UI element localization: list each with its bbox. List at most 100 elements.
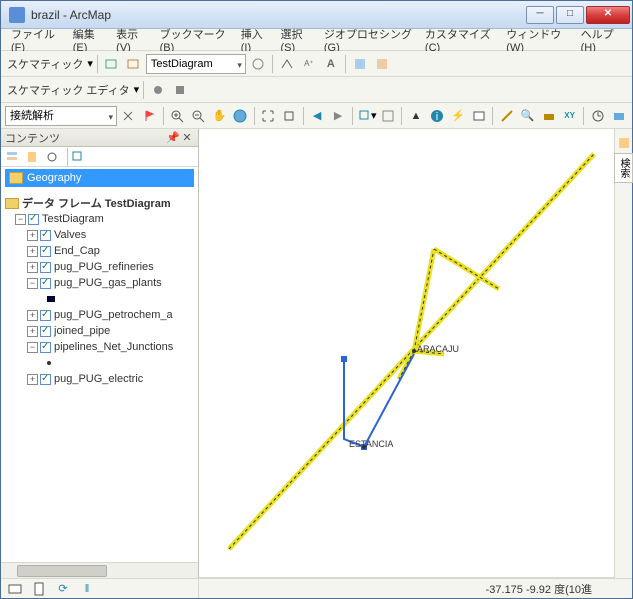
layer-row[interactable]: −pug_PUG_gas_plants [5,275,198,291]
schematic-tool-2[interactable] [124,54,144,74]
layer-row[interactable]: + Valves [5,227,198,243]
expand-icon[interactable]: + [27,374,38,385]
expand-icon[interactable]: + [27,262,38,273]
symbol-row [5,355,198,371]
collapse-icon[interactable]: − [27,342,38,353]
layer-label: pug_PUG_refineries [54,261,154,273]
layer-checkbox[interactable] [40,326,51,337]
diagram-selector[interactable]: TestDiagram [146,54,246,74]
expand-icon[interactable]: + [27,246,38,257]
goto-xy-tool[interactable]: XY [560,106,579,126]
fullextent-tool[interactable] [259,106,278,126]
identify-tool[interactable]: i [427,106,446,126]
layer-row[interactable]: +joined_pipe [5,323,198,339]
toc-close-icon[interactable]: ✕ [180,131,194,144]
schematic-tool-7[interactable] [350,54,370,74]
maximize-button[interactable]: □ [556,6,584,24]
fixed-zoom-tool[interactable] [280,106,299,126]
analysis-selector[interactable]: 接続解析 [5,106,117,126]
map-view[interactable]: ARACAJU ESTANCIA [199,129,614,578]
schematic-tool-5[interactable]: A⁺ [299,54,319,74]
toc-title: コンテンツ [5,130,60,146]
pause-icon[interactable]: ‖ [77,579,97,599]
select-tool-dd[interactable]: ▾ [357,106,377,126]
measure-tool[interactable] [497,106,516,126]
layer-checkbox[interactable] [28,214,39,225]
search-tab[interactable]: 検索 [614,153,633,183]
editor-tool-2[interactable] [170,80,190,100]
layer-row[interactable]: +pug_PUG_electric [5,371,198,387]
layer-checkbox[interactable] [40,374,51,385]
layer-checkbox[interactable] [40,342,51,353]
refresh-icon[interactable]: ⟳ [53,579,73,599]
toolbar-editor: スケマティック エディタ▾ [1,77,632,103]
layer-row[interactable]: −pipelines_Net_Junctions [5,339,198,355]
symbol-swatch [47,296,55,302]
pin-icon[interactable]: 📌 [166,131,180,144]
layer-checkbox[interactable] [40,230,51,241]
layer-row[interactable]: + pug_PUG_refineries [5,259,198,275]
pointer-tool[interactable]: ▲ [406,106,425,126]
find-tool[interactable]: 🔍 [518,106,537,126]
clear-selection-tool[interactable] [379,106,398,126]
layer-label: Valves [54,229,86,241]
close-button[interactable]: ✕ [586,6,630,24]
prev-extent-tool[interactable]: ◀ [308,106,327,126]
folder-icon [9,172,23,184]
layer-checkbox[interactable] [40,278,51,289]
editor-tool-1[interactable] [148,80,168,100]
root-layer-label: TestDiagram [42,213,104,225]
toc-tab-visibility[interactable] [45,149,61,165]
folder-icon [5,198,19,209]
toolbar-editor-label: スケマティック エディタ [5,82,132,98]
toc-tab-drawing-order[interactable] [5,149,21,165]
time-slider-tool[interactable] [588,106,607,126]
html-popup-tool[interactable] [469,106,488,126]
dataframe-row[interactable]: データ フレーム TestDiagram [5,195,198,211]
next-extent-tool[interactable]: ▶ [329,106,348,126]
layer-checkbox[interactable] [40,310,51,321]
symbol-row [5,291,198,307]
toc-tab-selection[interactable] [70,149,86,165]
schematic-tool-4[interactable] [277,54,297,74]
globe-tool[interactable] [231,106,250,126]
viewer-tool[interactable] [609,106,628,126]
view-layout-icon[interactable] [29,579,49,599]
view-data-icon[interactable] [5,579,25,599]
layer-row[interactable]: +End_Cap [5,243,198,259]
layer-row[interactable]: + pug_PUG_petrochem_a [5,307,198,323]
collapse-icon[interactable]: − [15,214,26,225]
root-layer-row[interactable]: − TestDiagram [5,211,198,227]
findroute-tool[interactable] [539,106,558,126]
window-title: brazil - ArcMap [31,8,526,22]
zoom-out-tool[interactable] [189,106,208,126]
schematic-tool-6[interactable]: A [321,54,341,74]
schematic-tool-1[interactable] [102,54,122,74]
statusbar: ⟳ ‖ -37.175 -9.92 度(10進 [1,578,632,598]
body-area: コンテンツ 📌 ✕ Geography データ フレーム TestDiagram [1,129,632,578]
hyperlink-tool[interactable]: ⚡ [448,106,467,126]
toc-hscroll[interactable] [1,562,198,578]
flag-tool[interactable] [140,106,159,126]
schematic-tool-8[interactable] [372,54,392,74]
geography-row[interactable]: Geography [5,169,194,187]
collapse-icon[interactable]: − [27,278,38,289]
expand-icon[interactable]: + [27,326,38,337]
expand-icon[interactable]: + [27,310,38,321]
toc-tab-source[interactable] [25,149,41,165]
layer-label: pug_PUG_petrochem_a [54,309,173,321]
right-dock-icon[interactable] [614,133,633,153]
layer-checkbox[interactable] [40,262,51,273]
zoom-in-tool[interactable] [168,106,187,126]
menubar: ファイル(F) 編集(E) 表示(V) ブックマーク(B) 挿入(I) 選択(S… [1,29,632,51]
pan-tool[interactable]: ✋ [210,106,229,126]
layer-checkbox[interactable] [40,246,51,257]
expand-icon[interactable]: + [27,230,38,241]
toolbar-schematic-label: スケマティック [5,56,85,72]
schematic-tool-3[interactable] [248,54,268,74]
analysis-tool[interactable] [119,106,138,126]
minimize-button[interactable]: ─ [526,6,554,24]
app-window: brazil - ArcMap ─ □ ✕ ファイル(F) 編集(E) 表示(V… [0,0,633,599]
scroll-thumb[interactable] [17,565,107,577]
symbol-point [47,361,51,365]
